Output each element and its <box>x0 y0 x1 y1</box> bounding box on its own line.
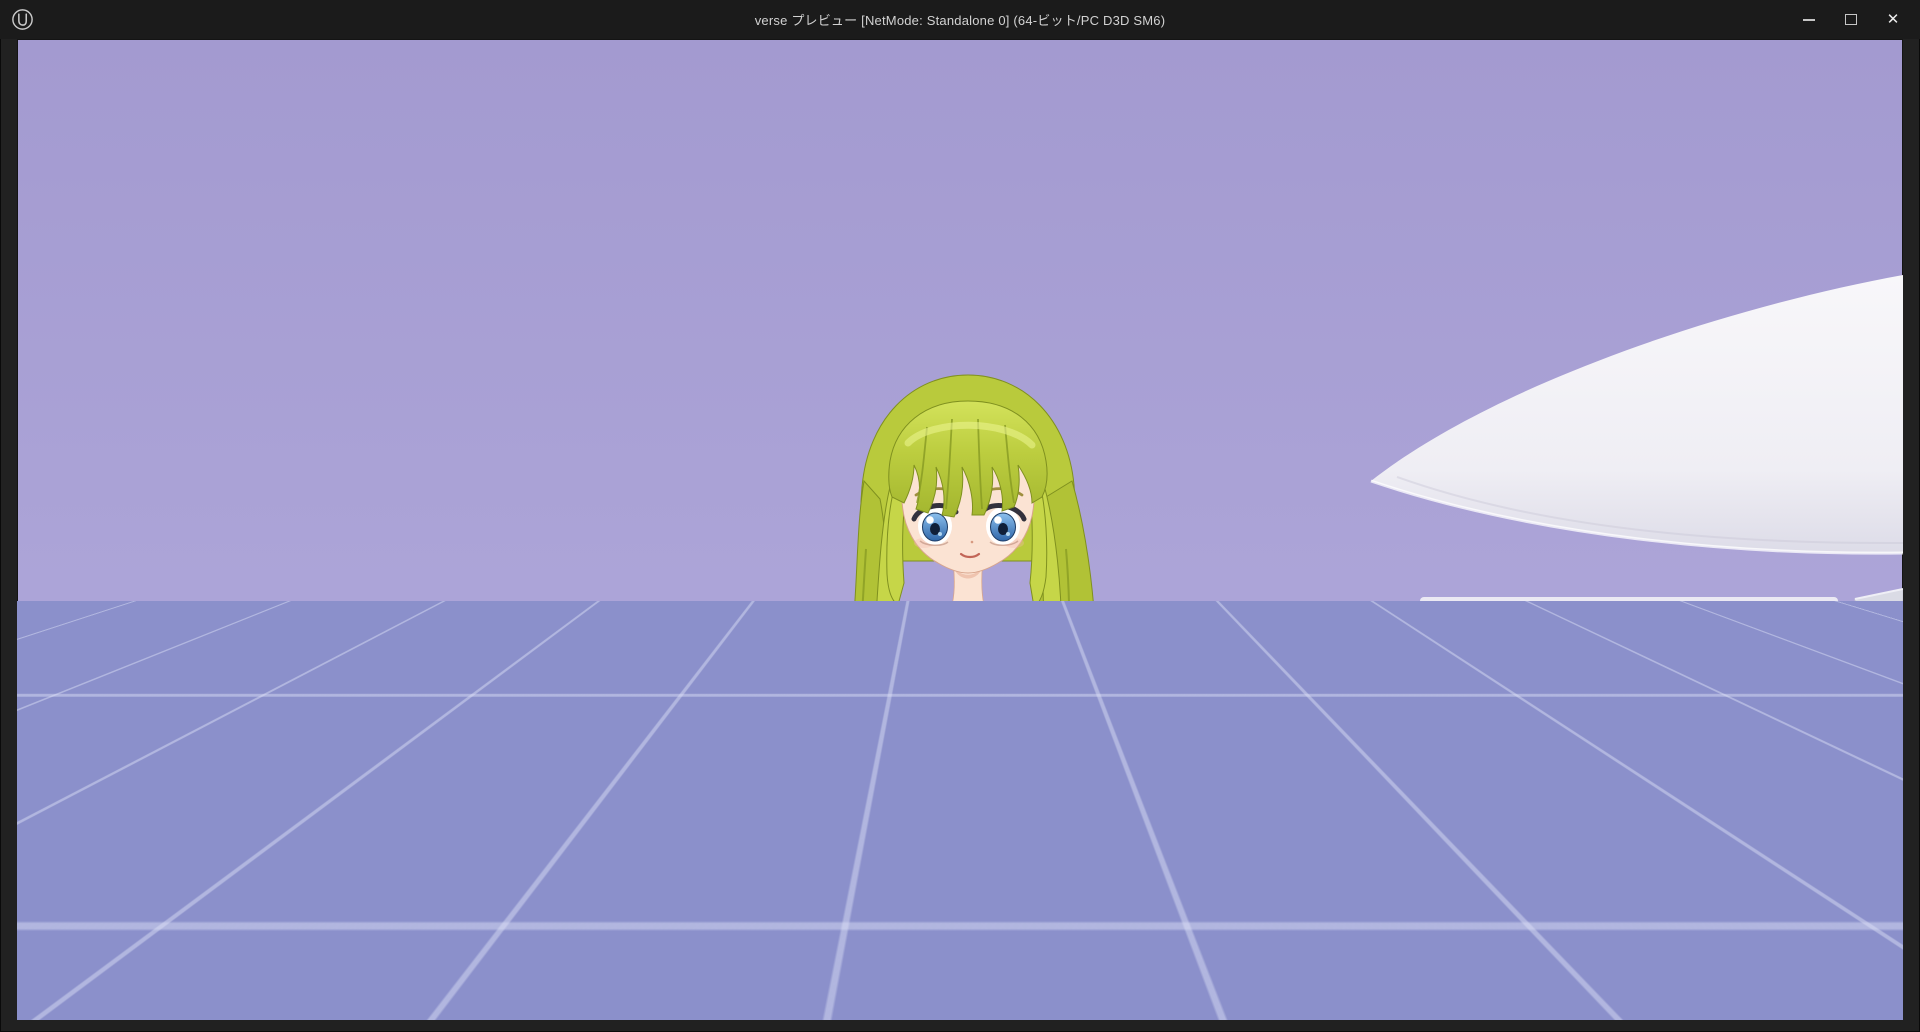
character-face <box>902 443 1034 573</box>
maximize-icon <box>1845 14 1857 25</box>
game-viewport[interactable] <box>17 39 1903 1020</box>
unreal-engine-logo-icon <box>10 7 35 32</box>
grid-floor <box>17 601 1903 1020</box>
character-eyes <box>914 506 1024 546</box>
minimize-button[interactable] <box>1788 0 1830 39</box>
character-nose <box>971 541 974 544</box>
titlebar[interactable]: verse プレビュー [NetMode: Standalone 0] (64-… <box>0 0 1920 39</box>
white-platform <box>1371 275 1903 553</box>
window-title: verse プレビュー [NetMode: Standalone 0] (64-… <box>0 10 1920 29</box>
maximize-button[interactable] <box>1830 0 1872 39</box>
app-window: verse プレビュー [NetMode: Standalone 0] (64-… <box>0 0 1920 1032</box>
hair-highlight <box>908 425 1032 445</box>
window-controls: ✕ <box>1788 0 1914 39</box>
close-button[interactable]: ✕ <box>1872 0 1914 39</box>
character-bangs <box>889 401 1048 517</box>
minimize-icon <box>1803 19 1815 21</box>
close-icon: ✕ <box>1887 12 1900 27</box>
character-eyebrows <box>916 489 1022 495</box>
character-mouth <box>961 554 979 557</box>
